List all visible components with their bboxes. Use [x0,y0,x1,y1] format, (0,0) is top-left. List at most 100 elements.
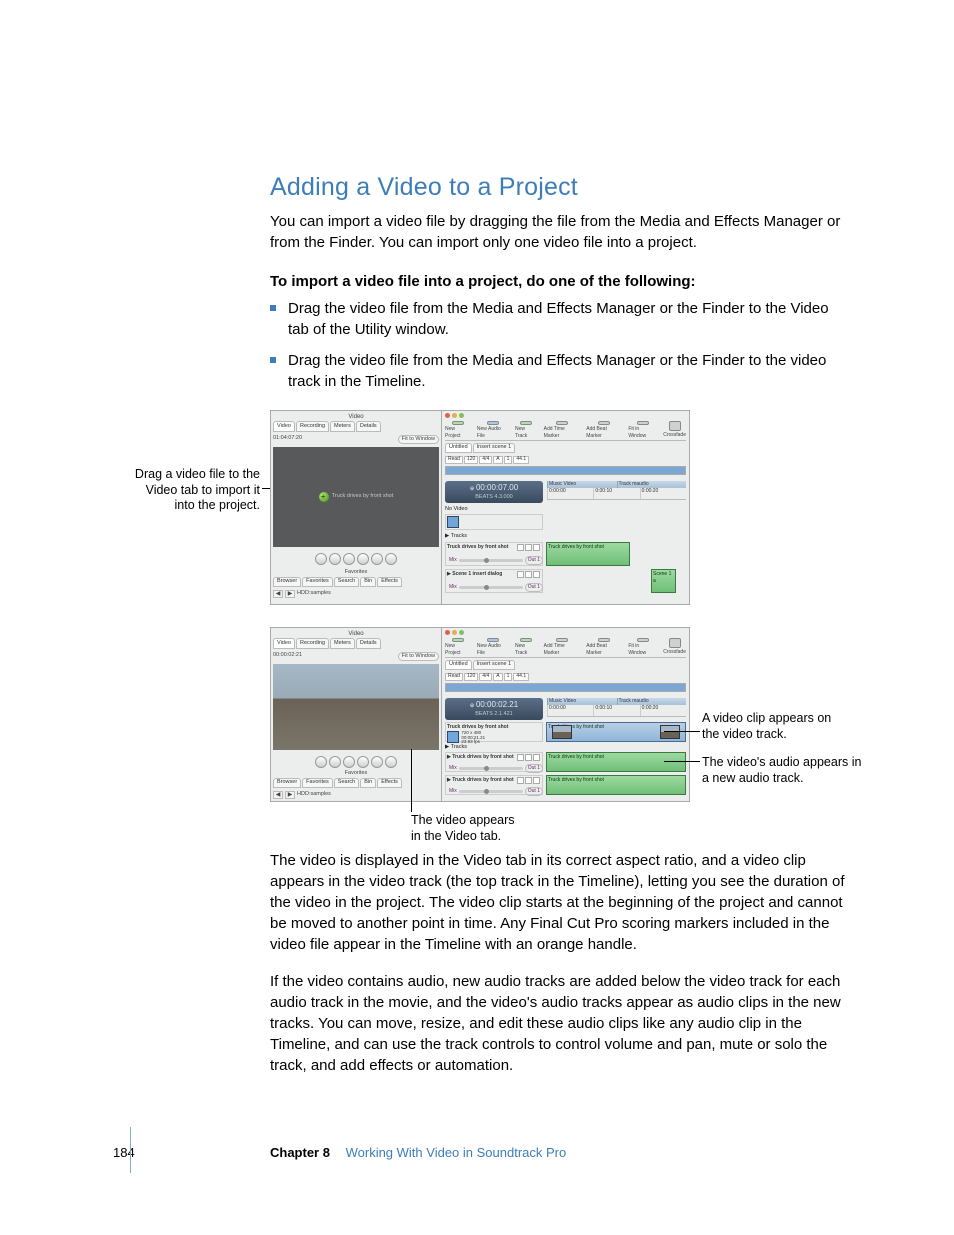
volume-slider[interactable] [459,767,523,770]
track-arm-button[interactable] [533,754,540,761]
timeline-ruler[interactable] [445,466,686,475]
tool-add-beat-marker[interactable]: Add Beat Marker [586,421,622,440]
param-key[interactable]: A [493,456,502,464]
track-solo-button[interactable] [525,544,532,551]
zoom-icon[interactable] [459,413,464,418]
param-tempo[interactable]: 120 [464,456,478,464]
tool-new-track[interactable]: New Track [515,421,538,440]
tab-details[interactable]: Details [356,421,381,432]
doc-tab-untitled[interactable]: Untitled [445,660,472,670]
doc-tab-untitled[interactable]: Untitled [445,443,472,453]
transport-prev-button[interactable] [329,553,341,565]
video-track-lane[interactable]: Truck drives by front shot [546,722,686,742]
output-selector[interactable]: Out 1 [525,556,543,565]
volume-slider[interactable] [459,559,523,562]
tab-meters[interactable]: Meters [330,638,355,649]
tab-favorites[interactable]: Favorites [302,778,333,788]
tool-crossfade[interactable]: Crossfade [663,421,686,440]
param-rate[interactable]: 44.1 [513,456,529,464]
audio-clip[interactable]: Truck drives by front shot [546,752,686,772]
transport-rewind-button[interactable] [315,553,327,565]
video-track-head[interactable]: Truck drives by front shot 720 x 480 00:… [445,722,543,742]
track-lane-2[interactable]: Truck drives by front shot [546,775,686,795]
tab-video[interactable]: Video [273,421,295,432]
param-bar[interactable]: 1 [504,673,513,681]
tab-bin[interactable]: Bin [360,577,376,587]
param-read[interactable]: Read [445,673,463,681]
tab-browser[interactable]: Browser [273,778,301,788]
tab-meters[interactable]: Meters [330,421,355,432]
volume-slider[interactable] [459,790,523,793]
transport-loop-button[interactable] [385,756,397,768]
track-solo-button[interactable] [525,777,532,784]
param-tempo[interactable]: 120 [464,673,478,681]
track-arm-button[interactable] [533,544,540,551]
fit-to-window-button[interactable]: Fit to Window [398,435,439,444]
param-bar[interactable]: 1 [504,456,513,464]
doc-tab-scene[interactable]: Insert scene 1 [473,443,516,453]
fit-to-window-button[interactable]: Fit to Window [398,652,439,661]
tab-recording[interactable]: Recording [296,421,329,432]
param-sig[interactable]: 4/4 [479,673,492,681]
output-selector[interactable]: Out 1 [525,787,543,796]
transport-play-button[interactable] [343,756,355,768]
close-icon[interactable] [445,630,450,635]
minimize-icon[interactable] [452,413,457,418]
tool-fit-window[interactable]: Fit in Window [628,421,657,440]
output-selector[interactable]: Out 1 [525,764,543,773]
transport-end-button[interactable] [371,553,383,565]
transport-play-button[interactable] [343,553,355,565]
nav-forward-button[interactable]: ▶ [285,791,295,799]
track-lane-2[interactable]: Scene 1 a [546,569,686,593]
track-solo-button[interactable] [525,571,532,578]
minimize-icon[interactable] [452,630,457,635]
tab-details[interactable]: Details [356,638,381,649]
transport-next-button[interactable] [357,756,369,768]
tab-effects[interactable]: Effects [377,577,402,587]
track-mute-button[interactable] [517,777,524,784]
tab-bin[interactable]: Bin [360,778,376,788]
tool-new-project[interactable]: New Project [445,421,471,440]
track-solo-button[interactable] [525,754,532,761]
track-arm-button[interactable] [533,777,540,784]
track-lane-1[interactable]: Truck drives by front shot [546,752,686,772]
tab-video[interactable]: Video [273,638,295,649]
audio-clip[interactable]: Truck drives by front shot [546,775,686,795]
transport-loop-button[interactable] [385,553,397,565]
volume-slider[interactable] [459,586,523,589]
nav-forward-button[interactable]: ▶ [285,590,295,598]
zoom-icon[interactable] [459,630,464,635]
track-mute-button[interactable] [517,544,524,551]
tool-add-time-marker[interactable]: Add Time Marker [544,421,581,440]
audio-clip[interactable]: Scene 1 a [651,569,676,593]
nav-back-button[interactable]: ◀ [273,791,283,799]
tool-new-audio-file[interactable]: New Audio File [477,421,509,440]
param-key[interactable]: A [493,673,502,681]
tab-browser[interactable]: Browser [273,577,301,587]
track-mute-button[interactable] [517,571,524,578]
timeline-ruler[interactable] [445,683,686,692]
video-tab-area[interactable]: Truck drives by front shot [273,447,439,547]
tool-crossfade[interactable]: Crossfade [663,638,686,657]
tool-add-beat-marker[interactable]: Add Beat Marker [586,638,622,657]
output-selector[interactable]: Out 1 [525,583,543,592]
tool-fit-window[interactable]: Fit in Window [628,638,657,657]
nav-back-button[interactable]: ◀ [273,590,283,598]
transport-end-button[interactable] [371,756,383,768]
audio-clip[interactable]: Truck drives by front shot [546,542,630,566]
track-mute-button[interactable] [517,754,524,761]
close-icon[interactable] [445,413,450,418]
param-rate[interactable]: 44.1 [513,673,529,681]
transport-rewind-button[interactable] [315,756,327,768]
transport-next-button[interactable] [357,553,369,565]
tool-add-time-marker[interactable]: Add Time Marker [544,638,581,657]
tab-effects[interactable]: Effects [377,778,402,788]
doc-tab-scene[interactable]: Insert scene 1 [473,660,516,670]
tab-favorites[interactable]: Favorites [302,577,333,587]
track-lane-1[interactable]: Truck drives by front shot [546,542,686,566]
param-sig[interactable]: 4/4 [479,456,492,464]
transport-prev-button[interactable] [329,756,341,768]
tool-new-audio-file[interactable]: New Audio File [477,638,509,657]
track-arm-button[interactable] [533,571,540,578]
tool-new-track[interactable]: New Track [515,638,538,657]
